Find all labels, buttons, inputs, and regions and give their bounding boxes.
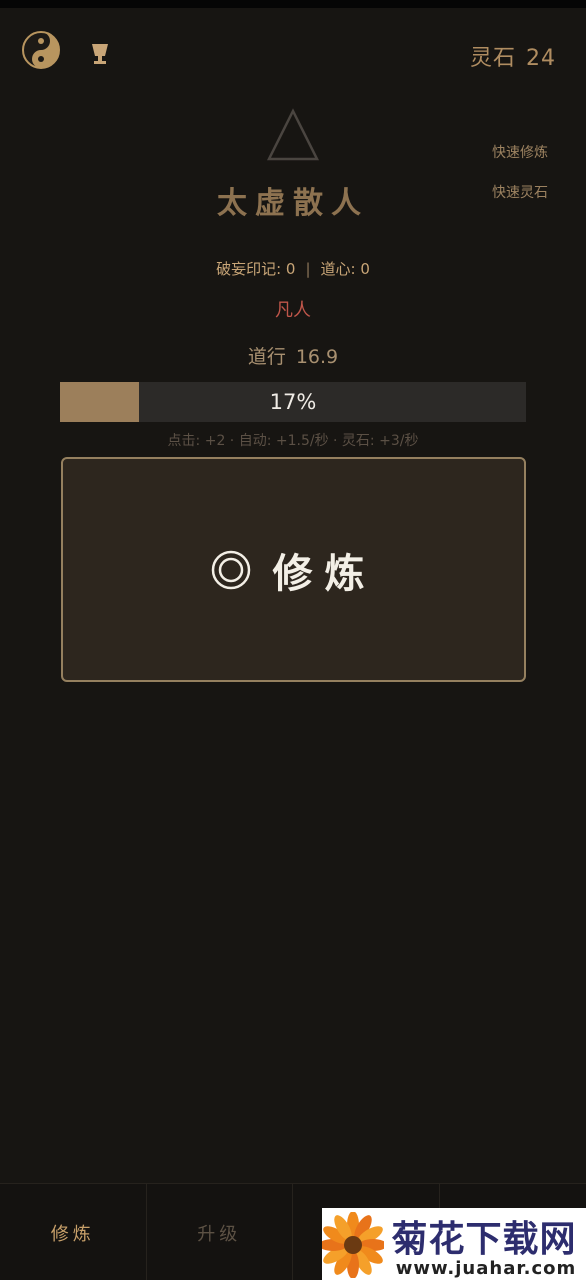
realm-label: 凡人 bbox=[275, 300, 311, 321]
spirit-stone-value: 24 bbox=[526, 46, 556, 71]
status-strip bbox=[0, 0, 586, 8]
watermark-text: 菊花下载网 bbox=[391, 1218, 577, 1260]
character-stats: 破妄印记: 0 | 道心: 0 bbox=[0, 258, 586, 279]
daoxing-value: 16.9 bbox=[295, 346, 339, 368]
progress-bar: 17% bbox=[60, 382, 526, 422]
daoxing-label: 道行 bbox=[247, 346, 286, 368]
yin-yang-icon[interactable] bbox=[21, 30, 61, 70]
tab-upgrade[interactable]: 升级 bbox=[147, 1184, 293, 1280]
spirit-stone-label: 灵石 bbox=[469, 46, 516, 71]
train-button-label: 修炼 bbox=[272, 550, 377, 597]
character-title: 太虚散人 bbox=[217, 186, 369, 221]
flower-logo-icon bbox=[322, 1212, 384, 1278]
watermark: 菊花下载网 www.juahar.com bbox=[322, 1208, 586, 1280]
quick-train-button[interactable]: 快速修炼 bbox=[492, 142, 548, 162]
watermark-url: www.juahar.com bbox=[395, 1258, 577, 1279]
spirit-stone-counter: 灵石 24 bbox=[470, 40, 556, 72]
breaking-mark-stat: 破妄印记: 0 bbox=[216, 260, 296, 278]
dao-heart-stat: 道心: 0 bbox=[320, 260, 370, 278]
double-circle-icon bbox=[211, 550, 250, 589]
daoxing-row: 道行 16.9 bbox=[0, 342, 586, 369]
tab-train[interactable]: 修炼 bbox=[0, 1184, 147, 1280]
triangle-icon bbox=[266, 108, 320, 162]
train-button[interactable]: 修炼 bbox=[61, 457, 526, 682]
progress-percent: 17% bbox=[269, 390, 317, 414]
cup-icon[interactable] bbox=[90, 42, 110, 66]
stat-separator: | bbox=[305, 260, 311, 278]
rates-info: 点击: +2 · 自动: +1.5/秒 · 灵石: +3/秒 bbox=[167, 433, 419, 449]
